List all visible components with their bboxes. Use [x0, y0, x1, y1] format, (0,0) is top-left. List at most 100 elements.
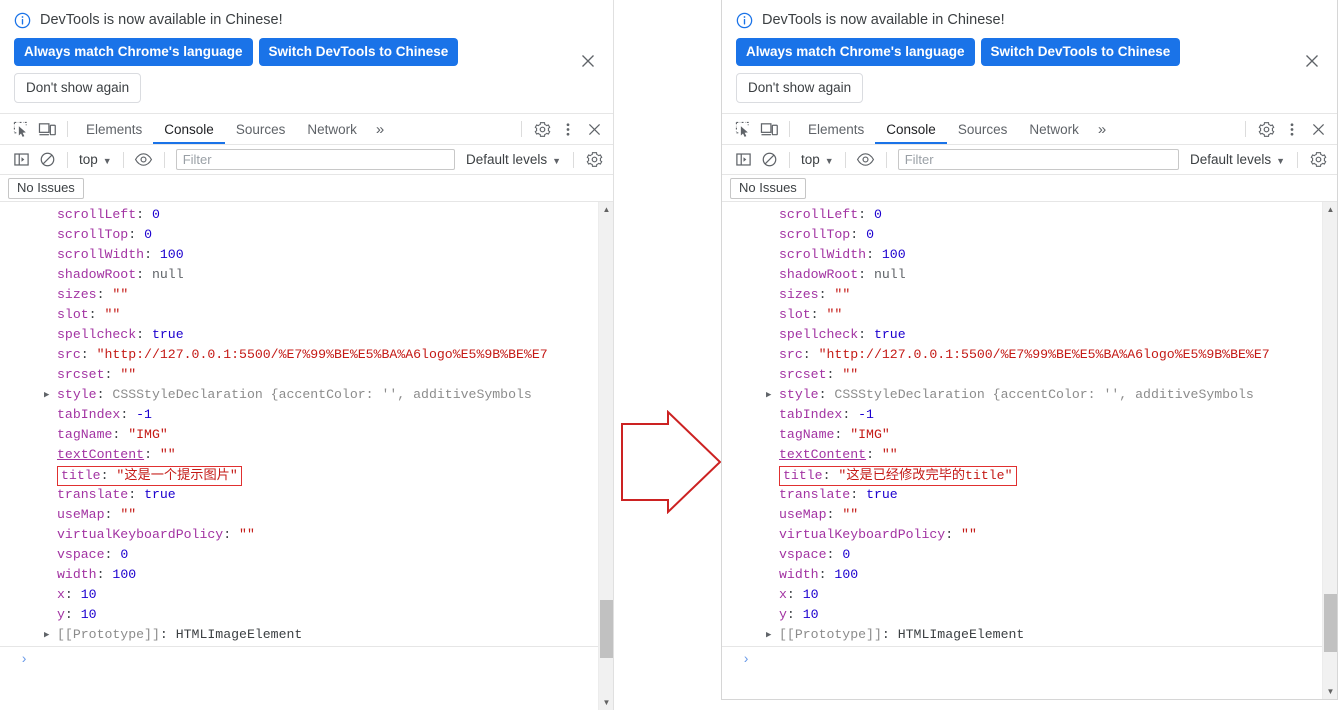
- scroll-down-arrow-icon-right[interactable]: ▼: [1323, 684, 1337, 699]
- info-circle-icon: [14, 12, 31, 29]
- scroll-up-arrow-icon[interactable]: ▲: [599, 202, 613, 217]
- expand-triangle-icon[interactable]: ▶: [766, 625, 771, 645]
- property-key: slot: [57, 307, 89, 322]
- tab-elements[interactable]: Elements: [75, 114, 153, 144]
- property-separator: :: [858, 327, 874, 342]
- console-property-row: useMap: "": [0, 505, 598, 525]
- property-value: 0: [842, 547, 851, 562]
- tab-elements-right[interactable]: Elements: [797, 114, 875, 144]
- always-match-language-button-right[interactable]: Always match Chrome's language: [736, 38, 975, 66]
- property-key: scrollTop: [779, 227, 851, 242]
- kebab-menu-icon[interactable]: [555, 116, 581, 142]
- console-property-row: sizes: "": [0, 285, 598, 305]
- console-prompt-right[interactable]: ›: [722, 647, 1322, 672]
- log-levels-selector[interactable]: Default levels ▼: [461, 152, 566, 167]
- no-issues-button[interactable]: No Issues: [8, 177, 84, 199]
- console-property-row: vspace: 0: [0, 545, 598, 565]
- tab-sources-right[interactable]: Sources: [947, 114, 1019, 144]
- property-separator: :: [786, 607, 803, 622]
- scroll-down-arrow-icon[interactable]: ▼: [599, 695, 613, 710]
- switch-to-chinese-button-right[interactable]: Switch DevTools to Chinese: [980, 38, 1181, 66]
- filter-input[interactable]: [175, 149, 456, 170]
- console-log-area-left: scrollLeft: 0 scrollTop: 0 scrollWidth: 10…: [0, 202, 598, 710]
- console-property-row: shadowRoot: null: [722, 265, 1322, 285]
- property-key: scrollWidth: [57, 247, 145, 262]
- console-property-row: vspace: 0: [722, 545, 1322, 565]
- clear-console-icon-right[interactable]: [756, 147, 782, 173]
- property-key: width: [779, 567, 819, 582]
- scroll-up-arrow-icon-right[interactable]: ▲: [1323, 202, 1337, 217]
- tab-sources[interactable]: Sources: [225, 114, 297, 144]
- dont-show-again-button-right[interactable]: Don't show again: [736, 73, 864, 103]
- property-separator: :: [818, 387, 835, 402]
- property-value: true: [144, 487, 176, 502]
- property-separator: :: [881, 627, 898, 642]
- console-property-row: scrollWidth: 100: [722, 245, 1322, 265]
- device-toolbar-icon-right[interactable]: [756, 116, 782, 142]
- property-separator: :: [850, 487, 867, 502]
- tab-console[interactable]: Console: [153, 114, 225, 144]
- console-property-row: virtualKeyboardPolicy: "": [722, 525, 1322, 545]
- filter-input-right[interactable]: [897, 149, 1180, 170]
- gear-icon[interactable]: [529, 116, 555, 142]
- no-issues-button-right[interactable]: No Issues: [730, 177, 806, 199]
- gear-icon-right[interactable]: [1253, 116, 1279, 142]
- tab-network-right[interactable]: Network: [1018, 114, 1090, 144]
- console-scrollbar-left[interactable]: ▲ ▼: [598, 202, 613, 710]
- inspect-cursor-icon[interactable]: [8, 116, 34, 142]
- property-separator: :: [834, 427, 851, 442]
- clear-console-icon[interactable]: [34, 147, 60, 173]
- console-toolbar-divider-2: [122, 151, 124, 168]
- console-settings-gear-icon[interactable]: [581, 147, 607, 173]
- close-devtools-icon[interactable]: [581, 116, 607, 142]
- property-value: 10: [80, 607, 97, 622]
- console-toolbar-divider-right-2: [844, 151, 846, 168]
- console-sidebar-icon[interactable]: [8, 147, 34, 173]
- property-key: useMap: [779, 507, 827, 522]
- kebab-menu-icon-right[interactable]: [1279, 116, 1305, 142]
- close-devtools-icon-right[interactable]: [1305, 116, 1331, 142]
- execution-context-selector-right[interactable]: top ▼: [797, 152, 838, 167]
- console-scrollbar-right[interactable]: ▲ ▼: [1322, 202, 1337, 699]
- console-property-row: scrollLeft: 0: [0, 205, 598, 225]
- scrollbar-thumb[interactable]: [600, 600, 613, 658]
- console-prompt-left[interactable]: ›: [0, 647, 598, 672]
- property-separator: :: [64, 587, 81, 602]
- property-value: 0: [873, 207, 882, 222]
- console-sidebar-icon-right[interactable]: [730, 147, 756, 173]
- eye-icon[interactable]: [131, 147, 157, 173]
- property-value: 0: [120, 547, 129, 562]
- property-separator: :: [136, 207, 152, 222]
- more-tabs-icon[interactable]: »: [368, 114, 392, 145]
- property-value: "": [120, 507, 137, 522]
- console-settings-gear-icon-right[interactable]: [1305, 147, 1331, 173]
- inspect-cursor-icon-right[interactable]: [730, 116, 756, 142]
- console-property-row: y: 10: [0, 605, 598, 625]
- tab-console-right[interactable]: Console: [875, 114, 947, 144]
- prototype-value: HTMLImageElement: [175, 627, 303, 642]
- device-toolbar-icon[interactable]: [34, 116, 60, 142]
- log-levels-selector-right[interactable]: Default levels ▼: [1185, 152, 1290, 167]
- language-banner-right: DevTools is now available in Chinese! Al…: [722, 0, 1337, 114]
- eye-icon-right[interactable]: [853, 147, 879, 173]
- property-key: scrollLeft: [57, 207, 137, 222]
- scrollbar-thumb-right[interactable]: [1324, 594, 1337, 652]
- banner-close-icon[interactable]: [577, 50, 599, 72]
- expand-triangle-icon[interactable]: ▶: [44, 625, 49, 645]
- tab-network[interactable]: Network: [296, 114, 368, 144]
- devtools-panel-left: DevTools is now available in Chinese! Al…: [0, 0, 614, 710]
- property-key: style: [57, 387, 97, 402]
- property-separator: :: [104, 507, 121, 522]
- console-property-row: srcset: "": [0, 365, 598, 385]
- property-separator: :: [120, 407, 137, 422]
- more-tabs-icon-right[interactable]: »: [1090, 114, 1114, 145]
- console-property-row: tabIndex: -1: [722, 405, 1322, 425]
- always-match-language-button[interactable]: Always match Chrome's language: [14, 38, 253, 66]
- switch-to-chinese-button[interactable]: Switch DevTools to Chinese: [258, 38, 459, 66]
- execution-context-selector[interactable]: top ▼: [75, 152, 116, 167]
- expand-triangle-icon[interactable]: ▶: [766, 385, 771, 405]
- banner-close-icon-right[interactable]: [1301, 50, 1323, 72]
- expand-triangle-icon[interactable]: ▶: [44, 385, 49, 405]
- dont-show-again-button[interactable]: Don't show again: [14, 73, 142, 103]
- console-toolbar-divider-right-3: [885, 151, 887, 168]
